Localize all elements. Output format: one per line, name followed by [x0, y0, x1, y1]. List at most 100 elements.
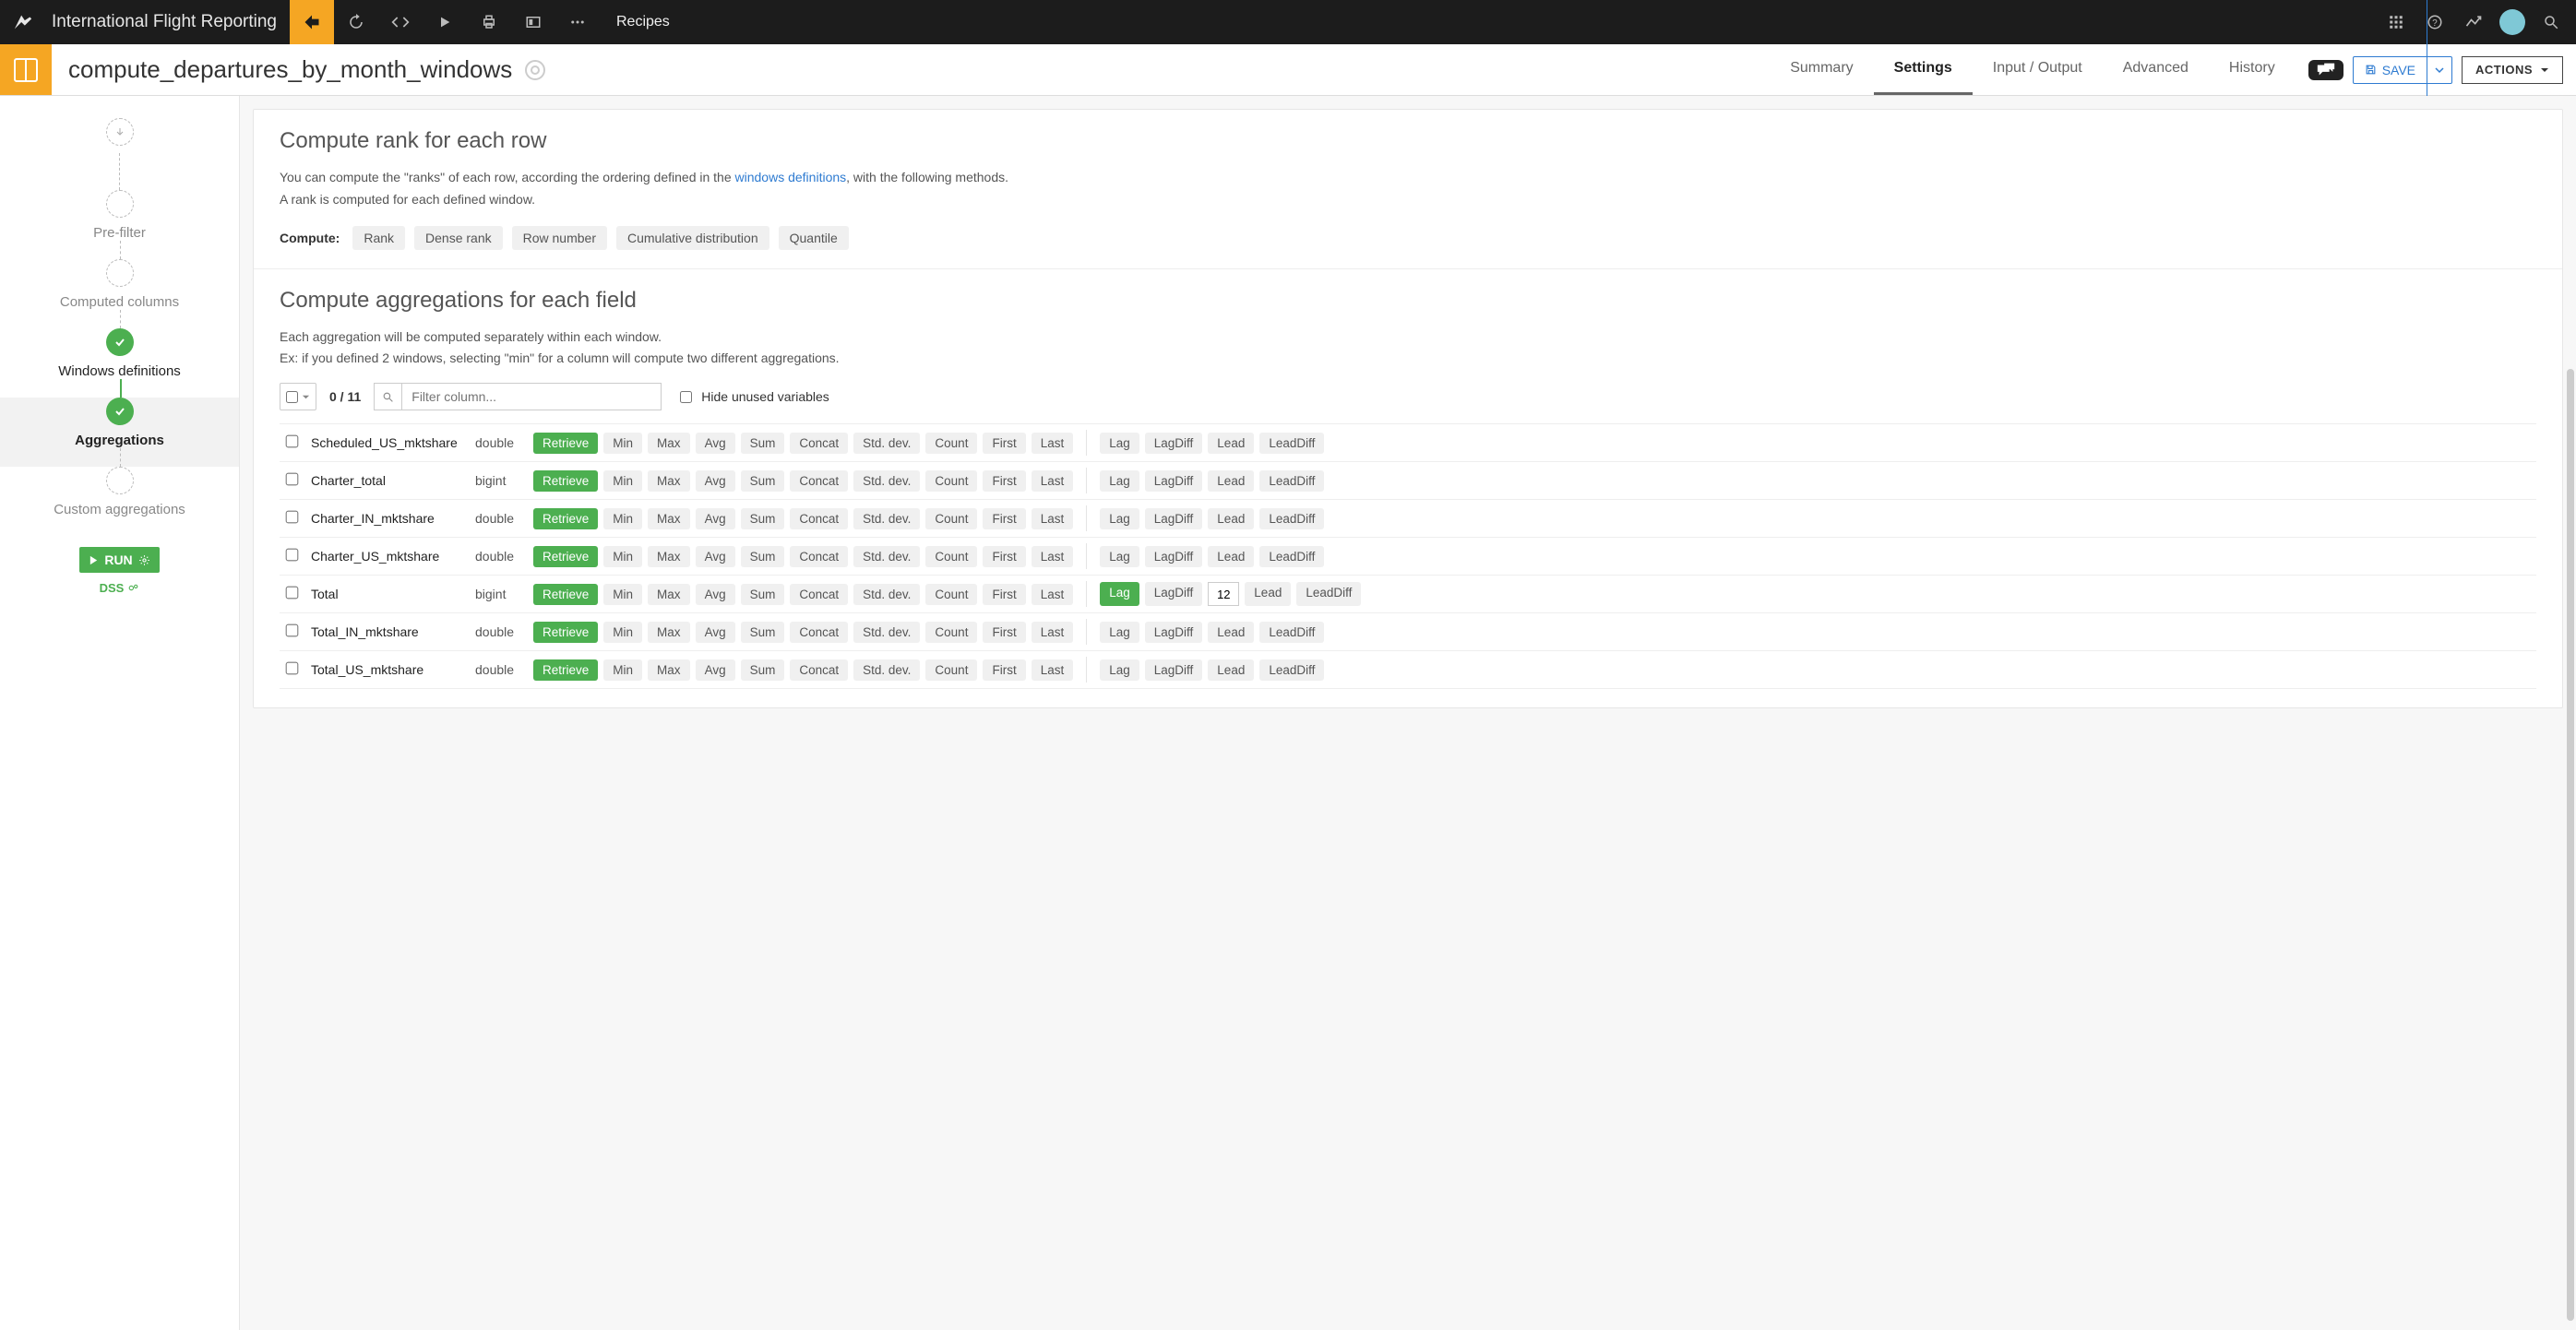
agg-lag[interactable]: Lag [1100, 582, 1139, 606]
agg-leaddiff[interactable]: LeadDiff [1259, 470, 1324, 492]
agg-min[interactable]: Min [603, 546, 642, 567]
agg-concat[interactable]: Concat [790, 659, 848, 681]
agg-first[interactable]: First [983, 584, 1025, 605]
rank-method-quantile[interactable]: Quantile [779, 226, 849, 250]
print-icon[interactable] [467, 0, 511, 44]
step-prefilter[interactable]: Pre-filter [0, 118, 239, 259]
agg-max[interactable]: Max [648, 470, 690, 492]
tab-settings[interactable]: Settings [1874, 44, 1973, 95]
agg-lagdiff[interactable]: LagDiff [1145, 582, 1203, 606]
agg-retrieve[interactable]: Retrieve [533, 470, 598, 492]
agg-min[interactable]: Min [603, 584, 642, 605]
agg-sum[interactable]: Sum [741, 508, 785, 529]
rank-method-cume-dist[interactable]: Cumulative distribution [616, 226, 769, 250]
agg-last[interactable]: Last [1032, 546, 1074, 567]
agg-concat[interactable]: Concat [790, 584, 848, 605]
agg-lagdiff[interactable]: LagDiff [1145, 508, 1203, 529]
select-all-dropdown[interactable] [280, 383, 316, 410]
agg-lead[interactable]: Lead [1208, 470, 1254, 492]
agg-avg[interactable]: Avg [696, 433, 735, 454]
agg-lag[interactable]: Lag [1100, 622, 1139, 643]
agg-lagdiff[interactable]: LagDiff [1145, 546, 1203, 567]
agg-min[interactable]: Min [603, 470, 642, 492]
agg-max[interactable]: Max [648, 433, 690, 454]
agg-lag[interactable]: Lag [1100, 508, 1139, 529]
agg-stddev[interactable]: Std. dev. [853, 546, 920, 567]
agg-retrieve[interactable]: Retrieve [533, 659, 598, 681]
step-custom-aggregations[interactable]: Custom aggregations [0, 467, 239, 536]
user-avatar[interactable] [2493, 0, 2532, 44]
agg-first[interactable]: First [983, 659, 1025, 681]
tab-io[interactable]: Input / Output [1973, 44, 2103, 95]
agg-stddev[interactable]: Std. dev. [853, 622, 920, 643]
tab-summary[interactable]: Summary [1770, 44, 1873, 95]
agg-lead[interactable]: Lead [1208, 622, 1254, 643]
agg-last[interactable]: Last [1032, 584, 1074, 605]
agg-retrieve[interactable]: Retrieve [533, 508, 598, 529]
agg-avg[interactable]: Avg [696, 659, 735, 681]
agg-concat[interactable]: Concat [790, 622, 848, 643]
agg-avg[interactable]: Avg [696, 470, 735, 492]
agg-count[interactable]: Count [925, 659, 977, 681]
more-icon[interactable] [555, 0, 600, 44]
agg-lag[interactable]: Lag [1100, 659, 1139, 681]
agg-stddev[interactable]: Std. dev. [853, 470, 920, 492]
row-checkbox[interactable] [285, 511, 298, 524]
agg-sum[interactable]: Sum [741, 659, 785, 681]
agg-avg[interactable]: Avg [696, 584, 735, 605]
agg-leaddiff[interactable]: LeadDiff [1259, 546, 1324, 567]
agg-max[interactable]: Max [648, 584, 690, 605]
lag-value-input[interactable] [1208, 582, 1239, 606]
tab-advanced[interactable]: Advanced [2103, 44, 2209, 95]
agg-min[interactable]: Min [603, 659, 642, 681]
agg-min[interactable]: Min [603, 622, 642, 643]
code-icon[interactable] [378, 0, 423, 44]
agg-avg[interactable]: Avg [696, 546, 735, 567]
agg-lag[interactable]: Lag [1100, 470, 1139, 492]
agg-count[interactable]: Count [925, 508, 977, 529]
agg-count[interactable]: Count [925, 546, 977, 567]
play-icon[interactable] [423, 0, 467, 44]
agg-retrieve[interactable]: Retrieve [533, 433, 598, 454]
row-checkbox[interactable] [285, 587, 298, 600]
agg-first[interactable]: First [983, 433, 1025, 454]
agg-lag[interactable]: Lag [1100, 546, 1139, 567]
row-checkbox[interactable] [285, 662, 298, 675]
run-button[interactable]: RUN [79, 547, 159, 573]
agg-first[interactable]: First [983, 508, 1025, 529]
agg-leaddiff[interactable]: LeadDiff [1259, 622, 1324, 643]
agg-count[interactable]: Count [925, 470, 977, 492]
agg-last[interactable]: Last [1032, 622, 1074, 643]
agg-avg[interactable]: Avg [696, 508, 735, 529]
agg-lagdiff[interactable]: LagDiff [1145, 470, 1203, 492]
engine-link[interactable]: DSS [100, 581, 140, 595]
agg-lead[interactable]: Lead [1208, 508, 1254, 529]
save-caret-icon[interactable] [2427, 57, 2451, 83]
agg-lead[interactable]: Lead [1245, 582, 1291, 606]
agg-concat[interactable]: Concat [790, 470, 848, 492]
agg-lagdiff[interactable]: LagDiff [1145, 659, 1203, 681]
agg-retrieve[interactable]: Retrieve [533, 622, 598, 643]
agg-last[interactable]: Last [1032, 433, 1074, 454]
row-checkbox[interactable] [285, 624, 298, 637]
agg-first[interactable]: First [983, 622, 1025, 643]
agg-last[interactable]: Last [1032, 508, 1074, 529]
agg-concat[interactable]: Concat [790, 508, 848, 529]
agg-lagdiff[interactable]: LagDiff [1145, 433, 1203, 454]
flow-icon[interactable] [290, 0, 334, 44]
agg-last[interactable]: Last [1032, 470, 1074, 492]
row-checkbox[interactable] [285, 549, 298, 562]
agg-min[interactable]: Min [603, 508, 642, 529]
logo-icon[interactable] [0, 0, 46, 44]
discussions-icon[interactable] [2308, 60, 2343, 80]
agg-sum[interactable]: Sum [741, 584, 785, 605]
agg-max[interactable]: Max [648, 508, 690, 529]
agg-stddev[interactable]: Std. dev. [853, 584, 920, 605]
scrollbar[interactable] [2567, 369, 2574, 1321]
row-checkbox[interactable] [285, 435, 298, 448]
agg-leaddiff[interactable]: LeadDiff [1259, 508, 1324, 529]
agg-sum[interactable]: Sum [741, 433, 785, 454]
agg-retrieve[interactable]: Retrieve [533, 584, 598, 605]
agg-lead[interactable]: Lead [1208, 659, 1254, 681]
rank-method-rank[interactable]: Rank [352, 226, 405, 250]
